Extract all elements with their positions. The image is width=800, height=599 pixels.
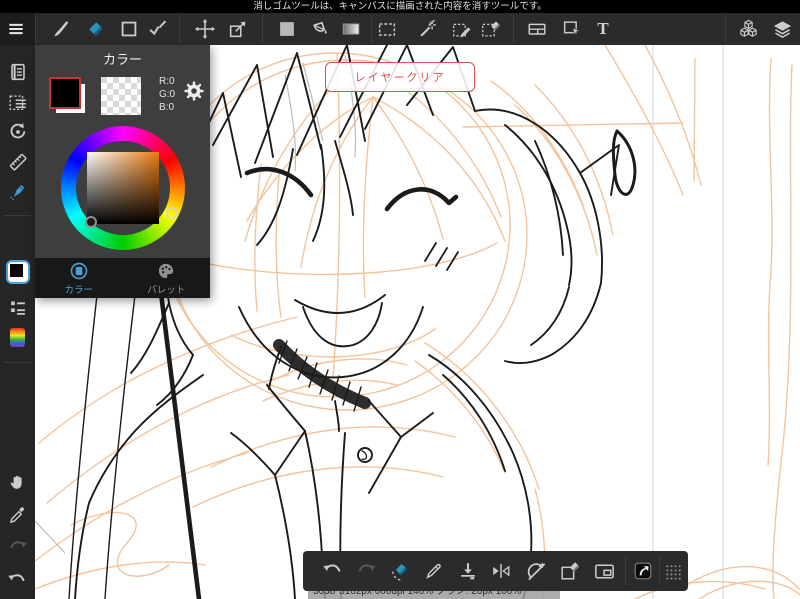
bucket-fill-icon[interactable] [307, 17, 331, 41]
select-list-icon[interactable] [6, 91, 30, 115]
hue-selector-dot[interactable] [166, 207, 178, 219]
rgb-b-value: B:0 [159, 102, 175, 113]
saturation-value-square[interactable] [87, 152, 159, 224]
transparent-color-swatch[interactable] [101, 77, 141, 115]
layer-clear-button[interactable]: レイヤークリア [325, 62, 475, 92]
rgb-r-value: R:0 [159, 76, 175, 87]
select-marquee-icon[interactable] [375, 17, 399, 41]
menu-icon[interactable] [4, 17, 28, 41]
redo-icon-disabled[interactable] [6, 535, 30, 559]
floating-window-icon[interactable] [592, 559, 616, 583]
divider [4, 362, 31, 363]
left-sidebar [0, 45, 35, 599]
rotate-canvas-icon[interactable] [6, 120, 30, 144]
neck-shadow-band [273, 339, 371, 409]
layer-list-icon[interactable] [6, 295, 30, 319]
divider [179, 15, 180, 43]
blush-marks [424, 242, 459, 271]
eraser-tool-icon-selected[interactable] [84, 17, 108, 41]
correction-pen-icon[interactable] [146, 17, 170, 41]
flip-horizontal-icon[interactable] [489, 559, 513, 583]
select-eraser-icon[interactable] [479, 17, 503, 41]
move-tool-icon[interactable] [193, 17, 217, 41]
layer-clear-label: レイヤークリア [354, 72, 446, 84]
pole-line [158, 290, 202, 599]
rgb-g-value: G:0 [159, 89, 176, 100]
select-cursor-icon[interactable] [560, 17, 584, 41]
pen-tool-icon[interactable] [422, 559, 446, 583]
color-tab-icon [70, 262, 88, 279]
tab-palette[interactable]: パレット [123, 258, 211, 298]
gradient-tool-icon[interactable] [339, 17, 363, 41]
medibang-paint-app: 消しゴムツールは、キャンバスに描画された内容を消すツールです。 T レイヤークリ… [0, 0, 800, 599]
bottom-toolbar [303, 551, 688, 591]
tool-description-text: 消しゴムツールは、キャンバスに描画された内容を消すツールです。 [253, 1, 547, 12]
pages-icon[interactable] [6, 60, 30, 84]
reset-rotation-icon[interactable] [524, 559, 548, 583]
panel-split-icon[interactable] [525, 17, 549, 41]
sv-selector-dot[interactable] [85, 216, 97, 228]
transform-tool-icon[interactable] [226, 17, 250, 41]
foreground-color-swatch[interactable] [49, 77, 87, 115]
ruler-icon[interactable] [6, 150, 30, 174]
text-tool-glyph: T [597, 19, 609, 38]
divider [513, 15, 514, 43]
redo-icon-disabled[interactable] [354, 559, 378, 583]
invert-view-icon[interactable] [631, 559, 655, 583]
materials-icon[interactable] [736, 17, 760, 41]
select-pen-icon[interactable] [450, 17, 474, 41]
color-panel-tabs: カラー パレット [35, 258, 210, 298]
color-panel: カラー R:0 G:0 B:0 カラー パレット [35, 45, 210, 298]
undo-icon[interactable] [321, 559, 345, 583]
save-icon[interactable] [456, 559, 480, 583]
tool-description-bar: 消しゴムツールは、キャンバスに描画された内容を消すツールです。 [0, 0, 800, 13]
text-tool-icon[interactable]: T [591, 17, 615, 41]
rgb-readout: R:0 G:0 B:0 [159, 75, 175, 114]
airbrush-icon[interactable] [6, 180, 30, 204]
color-panel-title: カラー [102, 52, 142, 67]
tab-color-label: カラー [64, 284, 93, 296]
magic-wand-icon[interactable] [416, 17, 440, 41]
tab-palette-label: パレット [147, 284, 186, 296]
divider [4, 215, 31, 216]
main-toolbar: T [0, 13, 800, 45]
canvas-guide-lines [652, 45, 724, 599]
divider [659, 557, 660, 585]
current-color-swatch[interactable] [5, 260, 30, 284]
color-swatch-icon[interactable] [275, 17, 299, 41]
divider [262, 15, 263, 43]
eyedropper-icon[interactable] [6, 503, 30, 527]
divider [371, 15, 372, 43]
divider [725, 15, 726, 43]
palette-colors-icon[interactable] [6, 325, 30, 349]
layers-icon[interactable] [770, 17, 794, 41]
clear-layer-icon[interactable] [558, 559, 582, 583]
drag-handle-icon[interactable] [661, 559, 685, 583]
divider [35, 15, 36, 43]
divider [625, 557, 626, 585]
tab-color[interactable]: カラー [35, 258, 123, 298]
brush-tool-icon[interactable] [50, 17, 74, 41]
color-settings-gear-icon[interactable] [183, 80, 205, 102]
shape-tool-icon[interactable] [117, 17, 141, 41]
palette-tab-icon [159, 263, 174, 278]
current-eraser-tool-icon[interactable] [388, 559, 412, 583]
undo-icon[interactable] [6, 568, 30, 592]
hand-tool-icon[interactable] [6, 470, 30, 494]
